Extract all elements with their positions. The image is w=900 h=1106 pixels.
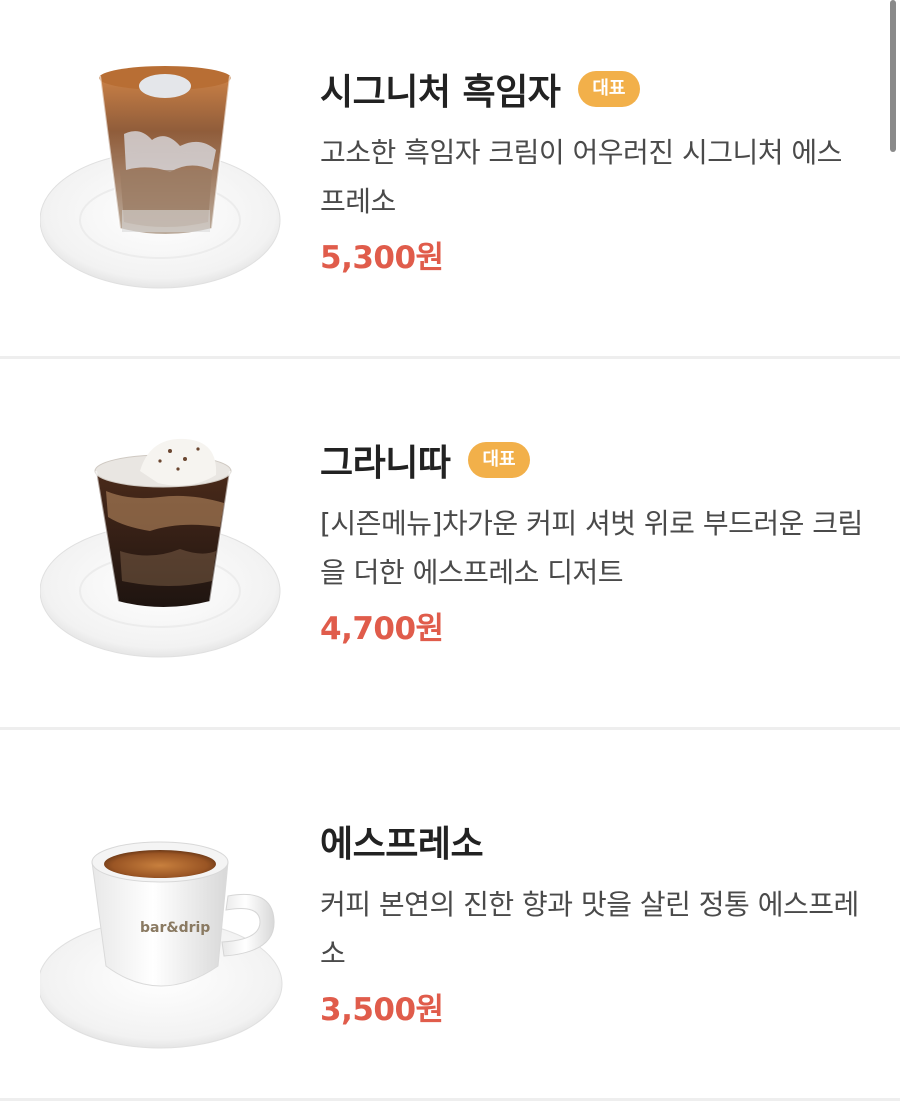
cup-logo-text: bar&drip: [140, 920, 210, 936]
menu-item-info: 그라니따 대표 [시즌메뉴]차가운 커피 셔벗 위로 부드러운 크림을 더한 에…: [320, 435, 870, 648]
menu-item-price: 5,300원: [320, 240, 444, 276]
signature-black-sesame-image: [40, 60, 286, 306]
menu-item-granita[interactable]: 그라니따 대표 [시즌메뉴]차가운 커피 셔벗 위로 부드러운 크림을 더한 에…: [0, 359, 900, 730]
menu-item-info: 에스프레소 커피 본연의 진한 향과 맛을 살린 정통 에스프레소 3,500원: [320, 816, 870, 1029]
featured-badge: 대표: [578, 71, 640, 107]
menu-item-name: 시그니처 흑임자: [320, 72, 561, 113]
scrollbar[interactable]: [890, 0, 896, 152]
menu-item-espresso[interactable]: bar&drip 에스프레소 커피 본연의 진한 향과 맛을 살린 정통 에스프…: [0, 730, 900, 1101]
espresso-image: bar&drip: [40, 816, 286, 1062]
menu-list: 시그니처 흑임자 대표 고소한 흑임자 크림이 어우러진 시그니처 에스프레소 …: [0, 0, 900, 1101]
menu-item-description: 커피 본연의 진한 향과 맛을 살린 정통 에스프레소: [320, 888, 859, 970]
name-row: 그라니따 대표: [320, 435, 870, 485]
name-row: 시그니처 흑임자 대표: [320, 64, 870, 114]
menu-item-signature-black-sesame[interactable]: 시그니처 흑임자 대표 고소한 흑임자 크림이 어우러진 시그니처 에스프레소 …: [0, 0, 900, 359]
menu-item-price: 3,500원: [320, 992, 444, 1028]
menu-item-info: 시그니처 흑임자 대표 고소한 흑임자 크림이 어우러진 시그니처 에스프레소 …: [320, 64, 870, 277]
menu-item-description: 고소한 흑임자 크림이 어우러진 시그니처 에스프레소: [320, 136, 842, 218]
menu-item-name: 에스프레소: [320, 824, 484, 865]
menu-item-description: [시즌메뉴]차가운 커피 셔벗 위로 부드러운 크림을 더한 에스프레소 디저트: [320, 507, 863, 589]
name-row: 에스프레소: [320, 816, 870, 866]
menu-item-price: 4,700원: [320, 611, 444, 647]
granita-image: [40, 431, 286, 677]
menu-item-name: 그라니따: [320, 443, 451, 484]
featured-badge: 대표: [468, 442, 530, 478]
